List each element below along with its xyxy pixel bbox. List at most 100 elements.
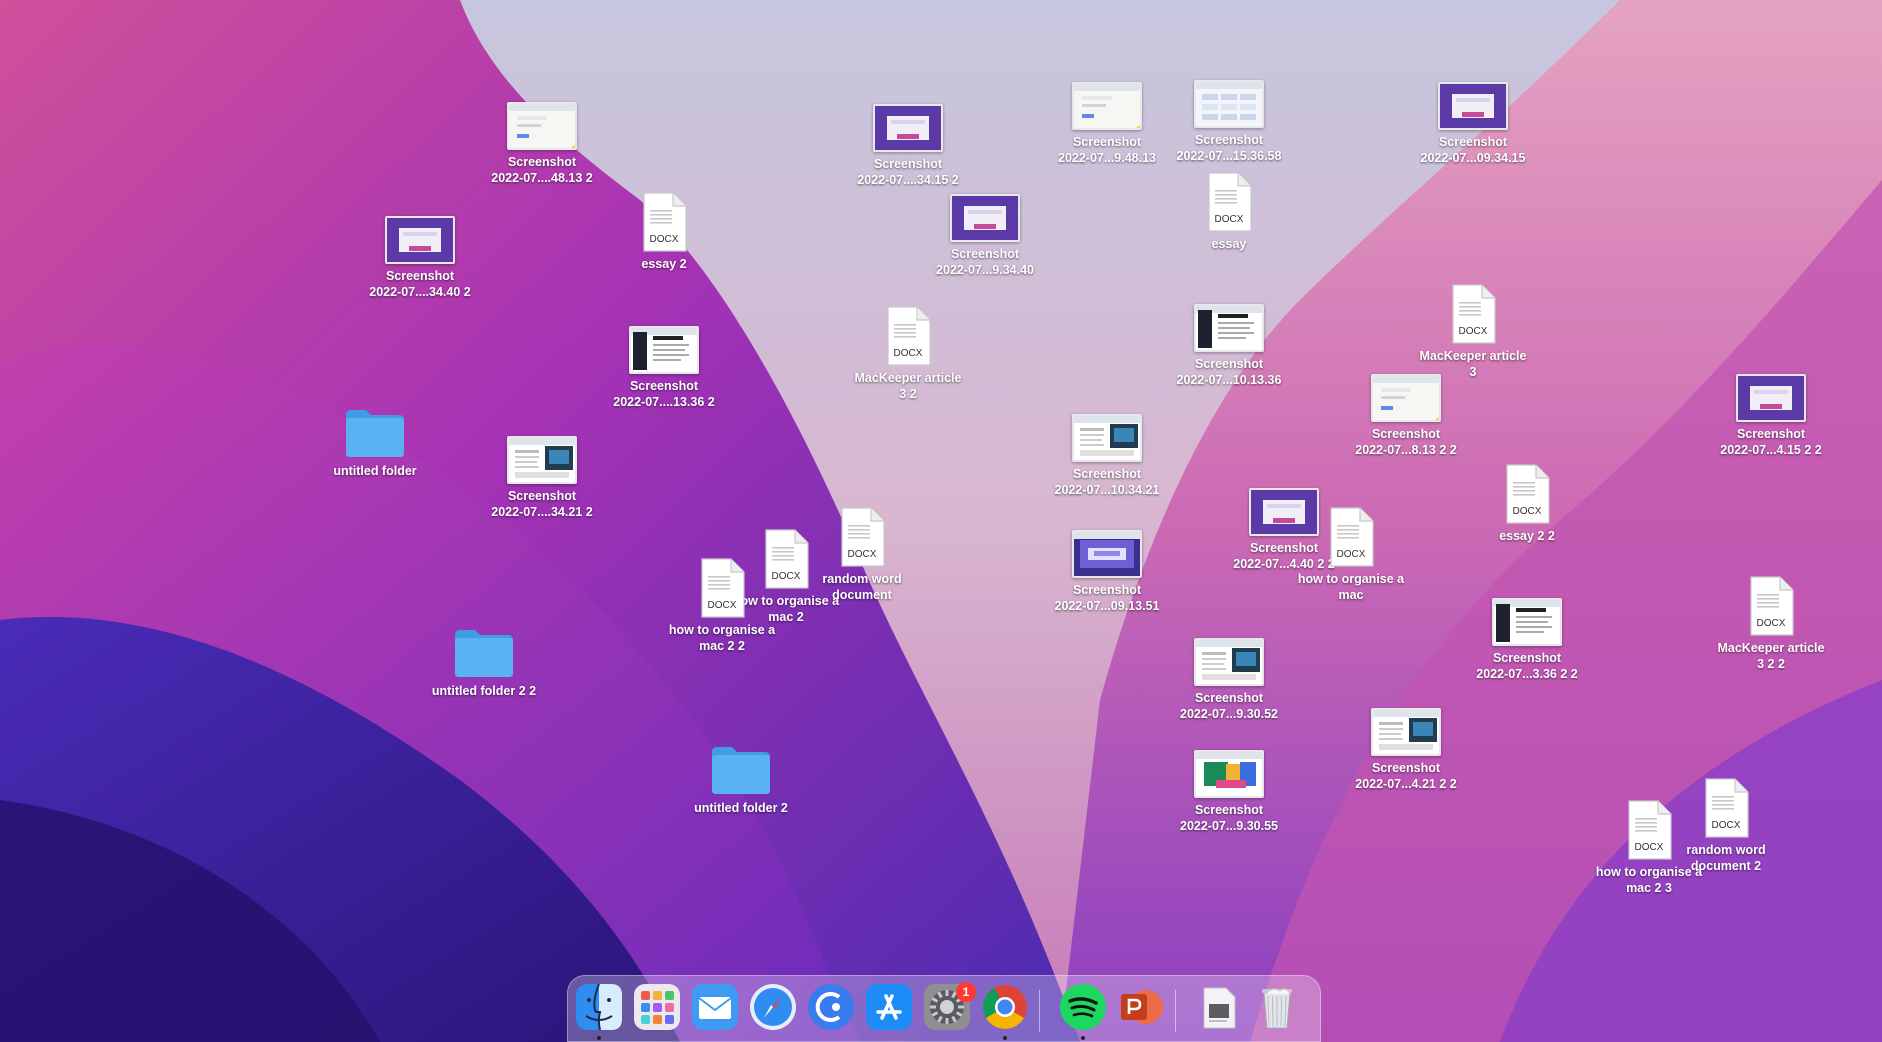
file-type-label: DOCX	[1512, 506, 1542, 517]
documents-stack-icon	[1194, 982, 1244, 1037]
item-label: Screenshot 2022-07...4.15 2 2	[1720, 427, 1822, 457]
dock-item-app-store[interactable]	[864, 983, 914, 1034]
trash-icon	[1252, 982, 1302, 1037]
desktop-screenshot[interactable]: Screenshot 2022-07....34.21 2	[472, 430, 612, 520]
docx-file-icon: DOCX	[1450, 284, 1496, 344]
screenshot-thumbnail	[1194, 304, 1264, 352]
dock-item-mail[interactable]	[690, 982, 740, 1037]
item-label: MacKeeper article 3 2	[854, 371, 962, 401]
item-label: how to organise a mac 2 2	[668, 623, 776, 653]
screenshot-thumbnail	[1072, 414, 1142, 462]
dock-item-trash[interactable]	[1252, 984, 1302, 1034]
desktop-screenshot[interactable]: Screenshot 2022-07...9.48.13	[1037, 76, 1177, 166]
desktop-screenshot[interactable]: Screenshot 2022-07...9.30.52	[1159, 632, 1299, 722]
desktop-folder[interactable]: untitled folder 2	[671, 740, 811, 817]
screenshot-thumbnail	[507, 436, 577, 484]
screenshot-thumbnail	[1371, 374, 1441, 422]
screenshot-thumbnail	[1438, 82, 1508, 130]
item-label: Screenshot 2022-07...9.34.40	[936, 247, 1034, 277]
screenshot-thumbnail	[1194, 80, 1264, 128]
screenshot-thumbnail	[1194, 638, 1264, 686]
screenshot-thumbnail	[1736, 374, 1806, 422]
folder-icon	[453, 627, 515, 679]
dock-item-safari[interactable]	[748, 983, 798, 1034]
item-label: Screenshot 2022-07...9.30.55	[1180, 803, 1278, 833]
folder-icon	[344, 407, 406, 459]
item-label: Screenshot 2022-07....48.13 2	[491, 155, 593, 185]
desktop-document[interactable]: DOCX MacKeeper article 3 2	[838, 306, 978, 402]
powerpoint-icon	[1116, 982, 1166, 1037]
dock-item-launchpad[interactable]	[632, 983, 682, 1034]
screenshot-thumbnail	[385, 216, 455, 264]
desktop-screenshot[interactable]: Screenshot 2022-07...9.34.40	[915, 188, 1055, 278]
desktop-screenshot[interactable]: Screenshot 2022-07...09.34.15	[1403, 76, 1543, 166]
dock-item-system-preferences[interactable]: 1	[922, 982, 976, 1034]
desktop-document[interactable]: DOCX MacKeeper article 3	[1403, 284, 1543, 380]
desktop-screenshot[interactable]: Screenshot 2022-07....13.36 2	[594, 320, 734, 410]
desktop-folder[interactable]: untitled folder	[305, 403, 445, 480]
item-label: Screenshot 2022-07...09.13.51	[1054, 583, 1160, 613]
desktop-screenshot[interactable]: Screenshot 2022-07...09.13.51	[1037, 524, 1177, 614]
desktop[interactable]: Screenshot 2022-07....48.13 2 Screenshot …	[0, 0, 1882, 1042]
desktop-document[interactable]: DOCX how to organise a mac 2 2	[652, 558, 792, 654]
screenshot-thumbnail	[1072, 530, 1142, 578]
item-label: Screenshot 2022-07...09.34.15	[1420, 135, 1526, 165]
file-type-label: DOCX	[707, 600, 737, 611]
item-label: Screenshot 2022-07...10.13.36	[1176, 357, 1282, 387]
desktop-screenshot[interactable]: Screenshot 2022-07...9.30.55	[1159, 744, 1299, 834]
item-label: essay	[1211, 237, 1247, 251]
desktop-document[interactable]: DOCX how to organise a mac	[1281, 507, 1421, 603]
item-label: Screenshot 2022-07...4.21 2 2	[1355, 761, 1457, 791]
docx-file-icon: DOCX	[1626, 800, 1672, 860]
dock-item-spotify[interactable]	[1058, 982, 1108, 1037]
item-label: essay 2	[641, 257, 687, 271]
screenshot-thumbnail	[873, 104, 943, 152]
mail-icon	[690, 982, 740, 1037]
item-label: untitled folder 2	[694, 801, 788, 815]
file-type-label: DOCX	[1756, 618, 1786, 629]
dock-item-google-chrome[interactable]	[980, 984, 1030, 1034]
dock-separator	[1039, 990, 1040, 1032]
item-label: Screenshot 2022-07....34.40 2	[369, 269, 471, 299]
desktop-screenshot[interactable]: Screenshot 2022-07...4.15 2 2	[1701, 368, 1841, 458]
desktop-screenshot[interactable]: Screenshot 2022-07....34.40 2	[350, 210, 490, 300]
desktop-screenshot[interactable]: Screenshot 2022-07...3.36 2 2	[1457, 592, 1597, 682]
dock-separator	[1175, 990, 1176, 1032]
docx-file-icon: DOCX	[641, 192, 687, 252]
item-label: untitled folder	[333, 464, 417, 478]
desktop-screenshot[interactable]: Screenshot 2022-07....48.13 2	[472, 96, 612, 186]
desktop-document[interactable]: DOCX essay 2	[594, 192, 734, 273]
file-type-label: DOCX	[893, 348, 923, 359]
dock-item-finder[interactable]	[574, 982, 624, 1037]
screenshot-thumbnail	[1194, 750, 1264, 798]
desktop-screenshot[interactable]: Screenshot 2022-07...15.36.58	[1159, 74, 1299, 164]
file-type-label: DOCX	[1214, 214, 1244, 225]
item-label: Screenshot 2022-07....13.36 2	[613, 379, 715, 409]
desktop-screenshot[interactable]: Screenshot 2022-07...8.13 2 2	[1336, 368, 1476, 458]
desktop-folder[interactable]: untitled folder 2 2	[414, 623, 554, 700]
desktop-document[interactable]: DOCX MacKeeper article 3 2 2	[1701, 576, 1841, 672]
item-label: Screenshot 2022-07...9.48.13	[1058, 135, 1156, 165]
desktop-screenshot[interactable]: Screenshot 2022-07...4.21 2 2	[1336, 702, 1476, 792]
item-label: Screenshot 2022-07...9.30.52	[1180, 691, 1278, 721]
item-label: Screenshot 2022-07...10.34.21	[1054, 467, 1160, 497]
dock-item-cleaner[interactable]	[806, 983, 856, 1034]
desktop-screenshot[interactable]: Screenshot 2022-07...10.13.36	[1159, 298, 1299, 388]
item-label: how to organise a mac 2 3	[1595, 865, 1703, 895]
dock-item-microsoft-powerpoint[interactable]	[1116, 984, 1166, 1034]
item-label: essay 2 2	[1499, 529, 1555, 543]
item-label: MacKeeper article 3 2 2	[1717, 641, 1825, 671]
desktop-document[interactable]: DOCX essay	[1159, 172, 1299, 253]
finder-icon	[574, 982, 624, 1037]
chrome-icon	[980, 982, 1030, 1037]
item-label: Screenshot 2022-07...3.36 2 2	[1476, 651, 1578, 681]
item-label: Screenshot 2022-07....34.21 2	[491, 489, 593, 519]
dock-item-documents[interactable]	[1194, 984, 1244, 1034]
docx-file-icon: DOCX	[1504, 464, 1550, 524]
desktop-screenshot[interactable]: Screenshot 2022-07....34.15 2	[838, 98, 978, 188]
spotify-icon	[1058, 982, 1108, 1037]
item-label: Screenshot 2022-07...15.36.58	[1176, 133, 1282, 163]
desktop-screenshot[interactable]: Screenshot 2022-07...10.34.21	[1037, 408, 1177, 498]
desktop-document[interactable]: DOCX essay 2 2	[1457, 464, 1597, 545]
desktop-document[interactable]: DOCX how to organise a mac 2 3	[1579, 800, 1719, 896]
